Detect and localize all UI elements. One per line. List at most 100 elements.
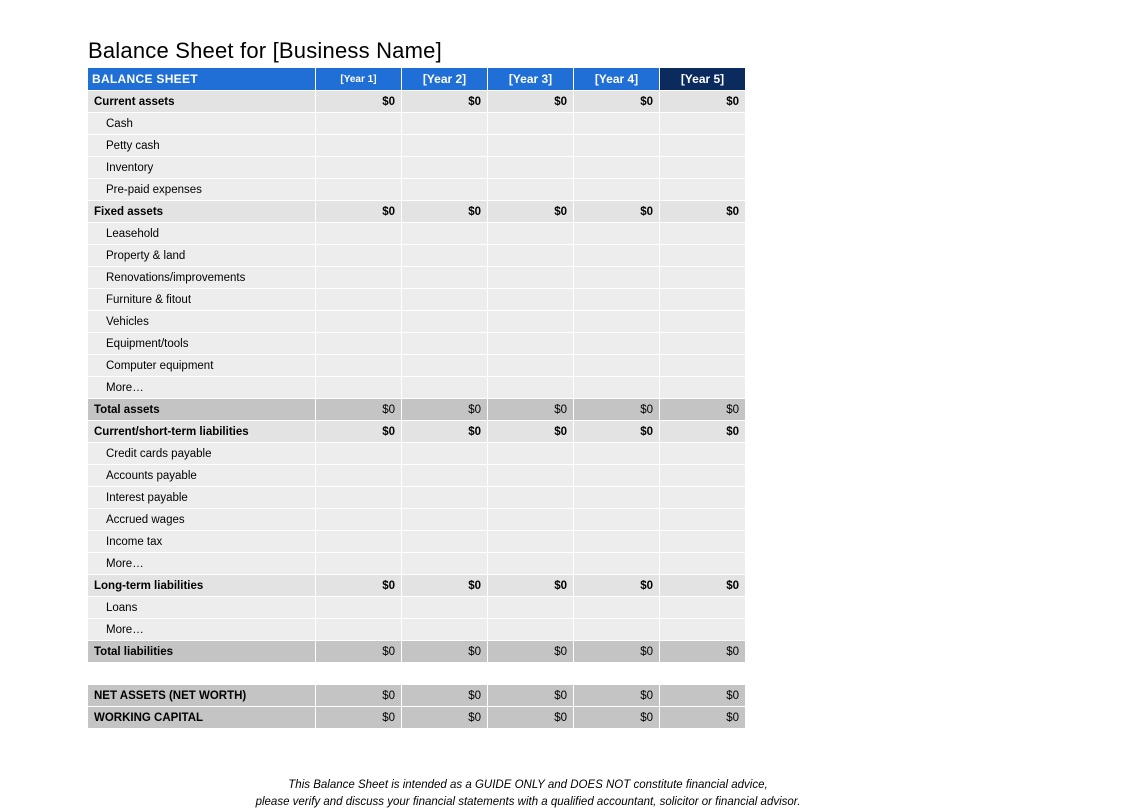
row-value — [488, 509, 574, 531]
row-value — [574, 443, 660, 465]
row-value — [402, 311, 488, 333]
row-value — [660, 179, 746, 201]
row-value — [660, 113, 746, 135]
row-value — [316, 289, 402, 311]
row-value — [574, 487, 660, 509]
row-label: Pre-paid expenses — [88, 179, 316, 201]
row-value — [660, 443, 746, 465]
row-value — [574, 509, 660, 531]
line-item: Interest payable — [88, 487, 746, 509]
row-label: Petty cash — [88, 135, 316, 157]
row-value: $0 — [488, 641, 574, 663]
fixed-assets-row: Fixed assets$0$0$0$0$0 — [88, 201, 746, 223]
row-value: $0 — [488, 575, 574, 597]
row-label: More… — [88, 377, 316, 399]
row-value — [402, 509, 488, 531]
row-value: $0 — [316, 421, 402, 443]
row-value — [316, 179, 402, 201]
row-value — [316, 465, 402, 487]
row-value — [402, 597, 488, 619]
line-item: Cash — [88, 113, 746, 135]
row-value — [574, 553, 660, 575]
row-value: $0 — [660, 399, 746, 421]
row-label: Cash — [88, 113, 316, 135]
row-value — [488, 619, 574, 641]
row-value — [316, 245, 402, 267]
row-value — [402, 355, 488, 377]
row-value — [488, 223, 574, 245]
row-value: $0 — [488, 91, 574, 113]
row-value — [660, 509, 746, 531]
page-title: Balance Sheet for [Business Name] — [88, 38, 1124, 64]
row-value — [574, 597, 660, 619]
row-value — [402, 333, 488, 355]
row-label: NET ASSETS (NET WORTH) — [88, 685, 316, 707]
row-value — [574, 113, 660, 135]
row-value: $0 — [660, 707, 746, 729]
line-item: Pre-paid expenses — [88, 179, 746, 201]
row-value — [316, 377, 402, 399]
row-value — [488, 377, 574, 399]
disclaimer: This Balance Sheet is intended as a GUID… — [88, 777, 968, 811]
row-value — [488, 553, 574, 575]
row-value — [316, 333, 402, 355]
row-value: $0 — [660, 421, 746, 443]
row-value — [660, 289, 746, 311]
row-value: $0 — [402, 399, 488, 421]
row-value — [402, 267, 488, 289]
row-value: $0 — [660, 685, 746, 707]
row-value: $0 — [574, 201, 660, 223]
row-value — [660, 223, 746, 245]
row-value — [402, 443, 488, 465]
row-value: $0 — [660, 575, 746, 597]
row-value — [316, 443, 402, 465]
row-value — [402, 531, 488, 553]
row-value — [574, 465, 660, 487]
row-label: Furniture & fitout — [88, 289, 316, 311]
row-value — [402, 179, 488, 201]
row-value — [660, 333, 746, 355]
row-value: $0 — [574, 399, 660, 421]
row-value — [316, 311, 402, 333]
line-item: Loans — [88, 597, 746, 619]
row-value — [316, 113, 402, 135]
row-value — [574, 223, 660, 245]
row-value: $0 — [660, 201, 746, 223]
line-item: Renovations/improvements — [88, 267, 746, 289]
total-assets-row: Total assets$0$0$0$0$0 — [88, 399, 746, 421]
blank-row — [88, 663, 746, 685]
row-value — [316, 135, 402, 157]
row-label: More… — [88, 553, 316, 575]
header-year-2: [Year 2] — [402, 68, 488, 91]
row-value — [488, 267, 574, 289]
row-value: $0 — [660, 91, 746, 113]
current-liabilities-row: Current/short-term liabilities$0$0$0$0$0 — [88, 421, 746, 443]
row-label: Total assets — [88, 399, 316, 421]
row-value — [574, 289, 660, 311]
row-value — [402, 619, 488, 641]
row-value: $0 — [488, 685, 574, 707]
line-item: Petty cash — [88, 135, 746, 157]
row-value: $0 — [316, 399, 402, 421]
row-value — [660, 531, 746, 553]
line-item: Credit cards payable — [88, 443, 746, 465]
row-value — [402, 157, 488, 179]
row-value: $0 — [574, 575, 660, 597]
row-value: $0 — [402, 201, 488, 223]
row-value: $0 — [316, 575, 402, 597]
row-label: WORKING CAPITAL — [88, 707, 316, 729]
header-year-3: [Year 3] — [488, 68, 574, 91]
row-value — [574, 179, 660, 201]
row-value — [488, 355, 574, 377]
row-value — [402, 553, 488, 575]
row-value — [660, 355, 746, 377]
row-label: Loans — [88, 597, 316, 619]
line-item: Computer equipment — [88, 355, 746, 377]
row-label: Credit cards payable — [88, 443, 316, 465]
row-value: $0 — [660, 641, 746, 663]
header-year-4: [Year 4] — [574, 68, 660, 91]
row-value — [316, 619, 402, 641]
row-value — [488, 113, 574, 135]
row-value — [574, 311, 660, 333]
row-label: Current/short-term liabilities — [88, 421, 316, 443]
